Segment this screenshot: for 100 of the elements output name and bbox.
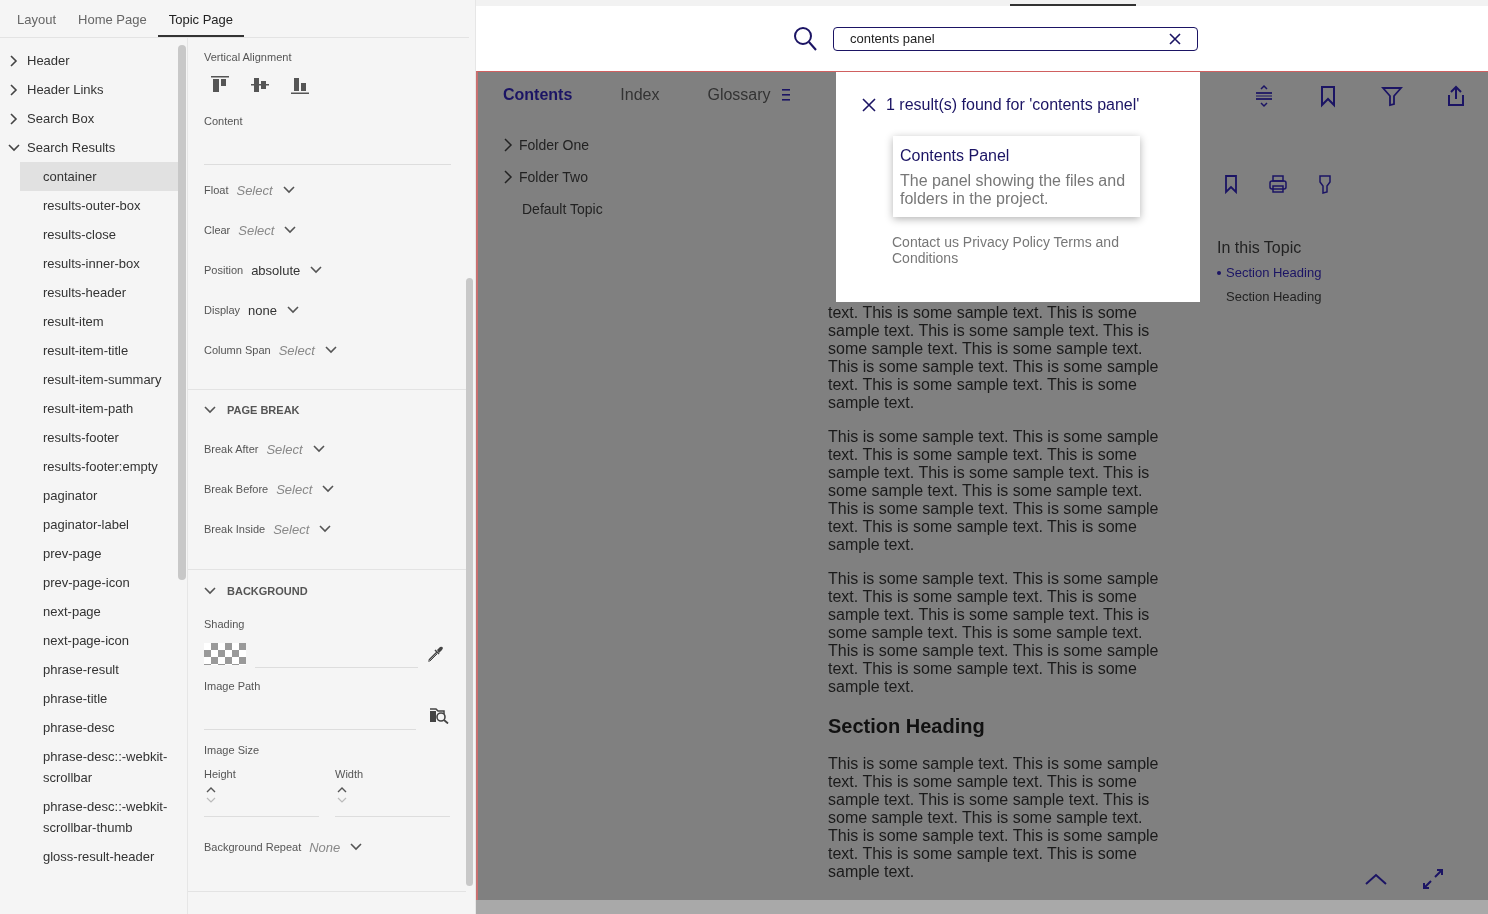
tree-item[interactable]: container [20,162,178,191]
chevron-down-icon[interactable] [324,344,337,356]
dropdown-value[interactable]: none [248,302,277,318]
eyedropper-icon[interactable] [426,645,444,663]
section-title[interactable]: BACKGROUND [227,585,308,597]
paragraph: This is some sample text. This is some sample text. This is some sample text. This is some sample text. This is some sample text. This is some sample text. This is some sample text. This is some sample text. This is some sample text. This is some sample text. This is some sample text. [828,570,1160,696]
panel-title: In this Topic [1217,239,1303,257]
scroll-up-icon[interactable] [1365,873,1387,885]
field-label: Background Repeat [204,840,302,854]
menu-icon[interactable] [781,88,790,102]
field-label: Vertical Alignment [204,50,293,64]
tree-item[interactable]: results-close [20,220,178,249]
topic-item[interactable]: Default Topic [522,201,603,217]
field-label: Shading [204,617,246,631]
dropdown-value[interactable]: absolute [251,262,301,278]
tree-item[interactable]: Header [27,53,70,68]
field-label: Content [204,114,244,128]
field-label: Clear [204,223,231,237]
align-top-icon[interactable] [211,76,229,94]
paragraph: text. This is some sample text. This is some sample text. This is some sample text. This is some sample text. This is some sample text. This is some sample text. This is some sample text. This is some sample text. This is some sample text. [828,304,1160,412]
folder-item[interactable]: Folder Two [519,169,588,185]
footer-links[interactable]: Contact us Privacy Policy Terms and Conditions [892,234,1142,266]
chevron-down-icon[interactable] [319,523,332,535]
field-label: Width [335,767,365,781]
close-icon[interactable] [1169,32,1181,45]
field-label: Break Before [204,482,269,496]
tree-item[interactable]: phrase-desc [20,713,178,742]
field-label: Image Size [204,743,261,757]
folder-search-icon[interactable] [429,706,449,724]
field-label: Column Span [204,343,271,357]
chevron-down-icon[interactable] [312,443,325,455]
fullscreen-icon[interactable] [1422,868,1444,890]
chevron-down-icon[interactable] [322,483,335,495]
chevron-down-icon[interactable] [204,403,216,416]
tree-item[interactable]: results-footer [20,423,178,452]
tree-item[interactable]: result-item-title [20,336,178,365]
tree-item[interactable]: gloss-result-header [20,842,178,871]
tree-item[interactable]: phrase-result [20,655,178,684]
chevron-down-icon[interactable] [204,585,216,597]
folder-item[interactable]: Folder One [519,137,590,153]
search-icon[interactable] [793,25,817,52]
tab[interactable]: Topic Page [157,12,245,37]
result-summary: The panel showing the files and folders in the project. [900,172,1127,208]
spin-up-icon[interactable] [337,787,347,793]
chevron-down-icon[interactable] [287,304,299,316]
tree-item[interactable]: Search Results [27,140,116,155]
tree-item[interactable]: results-inner-box [20,249,178,278]
chevron-down-icon[interactable] [282,184,295,196]
field-label: Height [204,767,237,781]
field-label: Display [204,303,241,317]
chevron-down-icon[interactable] [8,141,20,154]
results-summary: 1 result(s) found for 'contents panel' [886,96,1140,114]
chevron-down-icon[interactable] [350,841,363,853]
paragraph: This is some sample text. This is some sample text. This is some sample text. This is some sample text. This is some sample text. This is some sample text. This is some sample text. This is some sample text. This is some sample text. This is some sample text. This is some sample text. [828,428,1160,554]
result-title[interactable]: Contents Panel [900,146,1133,166]
chevron-right-icon[interactable] [8,83,20,96]
chevron-right-icon[interactable] [503,138,513,152]
section-heading: Section Heading [828,714,985,738]
field-label: Break After [204,442,259,456]
tree-item[interactable]: prev-page [20,539,178,568]
tab[interactable]: Layout [6,12,68,37]
tree-item[interactable]: results-header [20,278,178,307]
topic-link[interactable]: Section Heading [1226,285,1322,309]
filter-icon[interactable] [1380,84,1404,108]
tree-item[interactable]: paginator [20,481,178,510]
tree-item[interactable]: paginator-label [20,510,178,539]
chevron-down-icon[interactable] [310,264,323,276]
tree-item[interactable]: results-outer-box [20,191,178,220]
tree-item[interactable]: next-page [20,597,178,626]
align-bottom-icon[interactable] [291,76,309,94]
tree-item[interactable]: prev-page-icon [20,568,178,597]
chevron-right-icon[interactable] [8,54,20,67]
topic-link[interactable]: Section Heading [1226,261,1322,285]
field-label: Break Inside [204,522,266,536]
tree-item[interactable]: phrase-desc::-webkit-scrollbar [20,742,178,792]
tree-item[interactable]: result-item-summary [20,365,178,394]
field-label: Image Path [204,679,262,693]
tree-item[interactable]: results-footer:empty [20,452,178,481]
chevron-right-icon[interactable] [503,170,513,184]
result-card[interactable]: Contents Panel The panel showing the files and folders in the project. [893,136,1140,217]
spin-up-icon[interactable] [206,787,216,793]
tree-item[interactable]: result-item [20,307,178,336]
tree-item[interactable]: next-page-icon [20,626,178,655]
tree-item[interactable]: Search Box [27,111,95,126]
chevron-right-icon[interactable] [8,112,20,125]
field-label: Position [204,263,244,277]
tree-item[interactable]: phrase-title [20,684,178,713]
tree-item[interactable]: Header Links [27,82,104,97]
transparent-swatch[interactable] [204,643,246,665]
print-icon[interactable] [1268,174,1288,194]
chevron-down-icon[interactable] [284,224,297,236]
tab[interactable]: Home Page [67,12,158,37]
tab[interactable]: Contents [503,86,573,104]
section-title[interactable]: PAGE BREAK [227,403,300,416]
align-middle-icon[interactable] [251,76,269,94]
tree-item[interactable]: result-item-path [20,394,178,423]
close-icon[interactable] [862,98,876,112]
tree-item[interactable]: phrase-desc::-webkit-scrollbar-thumb [20,792,178,842]
search-field[interactable]: contents panel [833,26,1198,51]
paragraph: This is some sample text. This is some sample text. This is some sample text. This is some sample text. This is some sample text. This is some sample text. This is some sample text. This is some sample text. This is some sample text. This is some sample text. This is some sample text. [828,755,1160,881]
